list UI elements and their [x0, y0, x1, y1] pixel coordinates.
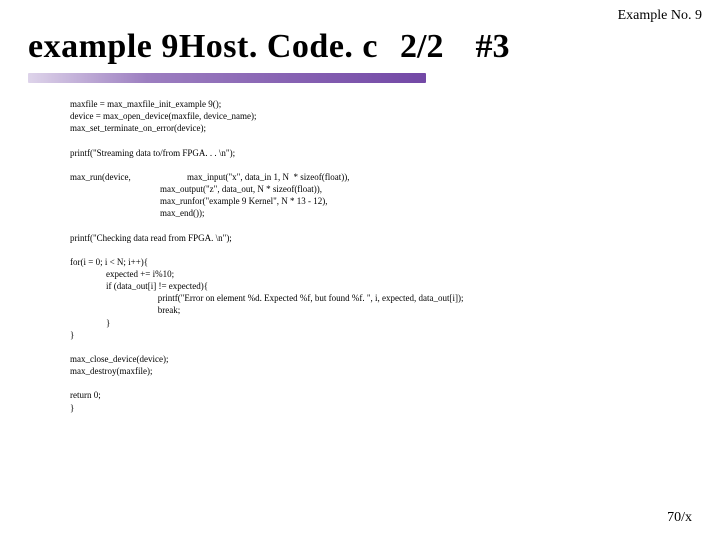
title-underline — [28, 73, 426, 83]
footer-page-number: 70/x — [667, 510, 692, 526]
header-label: Example No. 9 — [618, 8, 702, 24]
title-page-indicator: 2/2 — [400, 28, 443, 66]
code-block: maxfile = max_maxfile_init_example 9(); … — [70, 98, 690, 414]
title-row: example 9Host. Code. c 2/2 #3 — [28, 28, 702, 66]
title-hash: #3 — [475, 28, 509, 66]
title-filename: example 9Host. Code. c — [28, 28, 378, 66]
